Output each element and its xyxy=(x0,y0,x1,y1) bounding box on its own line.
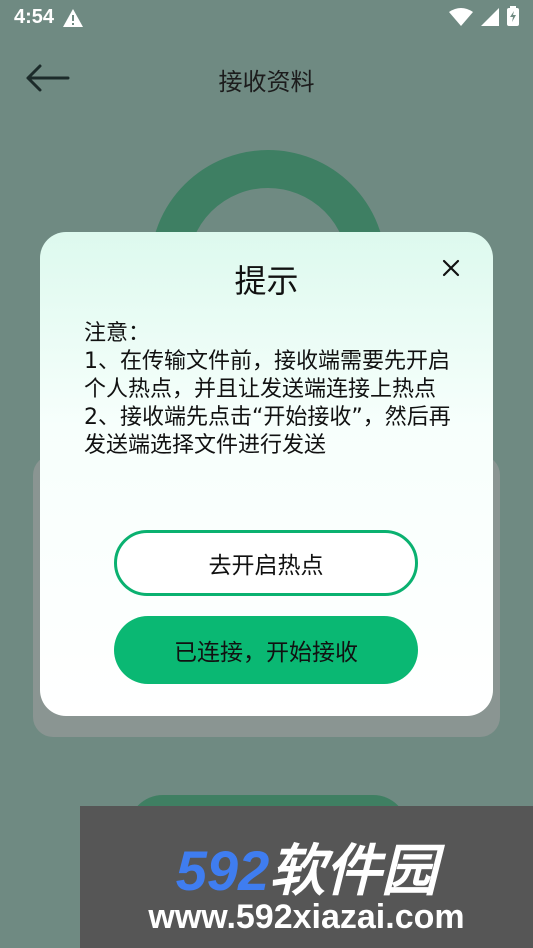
status-time: 4:54 xyxy=(14,6,55,28)
message-title: 注意： xyxy=(84,321,151,346)
page-title: 接收资料 xyxy=(218,68,315,96)
status-icons xyxy=(449,6,519,31)
connected-start-receive-button[interactable]: 已连接，开始接收 xyxy=(114,616,418,684)
app-bar: 接收资料 xyxy=(0,48,533,108)
dialog-message: 注意： 1、在传输文件前，接收端需要先开启个人热点，并且让发送端连接上热点 2、… xyxy=(84,320,464,460)
watermark-url: www.592xiazai.com xyxy=(148,898,465,936)
watermark-text: 软件园 xyxy=(269,839,438,902)
status-bar: 4:54 xyxy=(0,0,533,36)
signal-icon xyxy=(481,7,499,31)
watermark-number: 592 xyxy=(175,839,270,902)
watermark: 592软件园 www.592xiazai.com xyxy=(80,806,533,948)
open-hotspot-button[interactable]: 去开启热点 xyxy=(114,530,418,596)
close-icon[interactable] xyxy=(439,256,463,280)
dialog-title: 提示 xyxy=(234,262,299,300)
watermark-brand: 592软件园 xyxy=(80,826,533,907)
notice-dialog: 提示 注意： 1、在传输文件前，接收端需要先开启个人热点，并且让发送端连接上热点… xyxy=(40,232,493,716)
warning-icon xyxy=(62,8,84,33)
wifi-icon xyxy=(449,7,473,31)
battery-icon xyxy=(507,6,519,31)
message-body: 1、在传输文件前，接收端需要先开启个人热点，并且让发送端连接上热点 2、接收端先… xyxy=(84,349,451,458)
